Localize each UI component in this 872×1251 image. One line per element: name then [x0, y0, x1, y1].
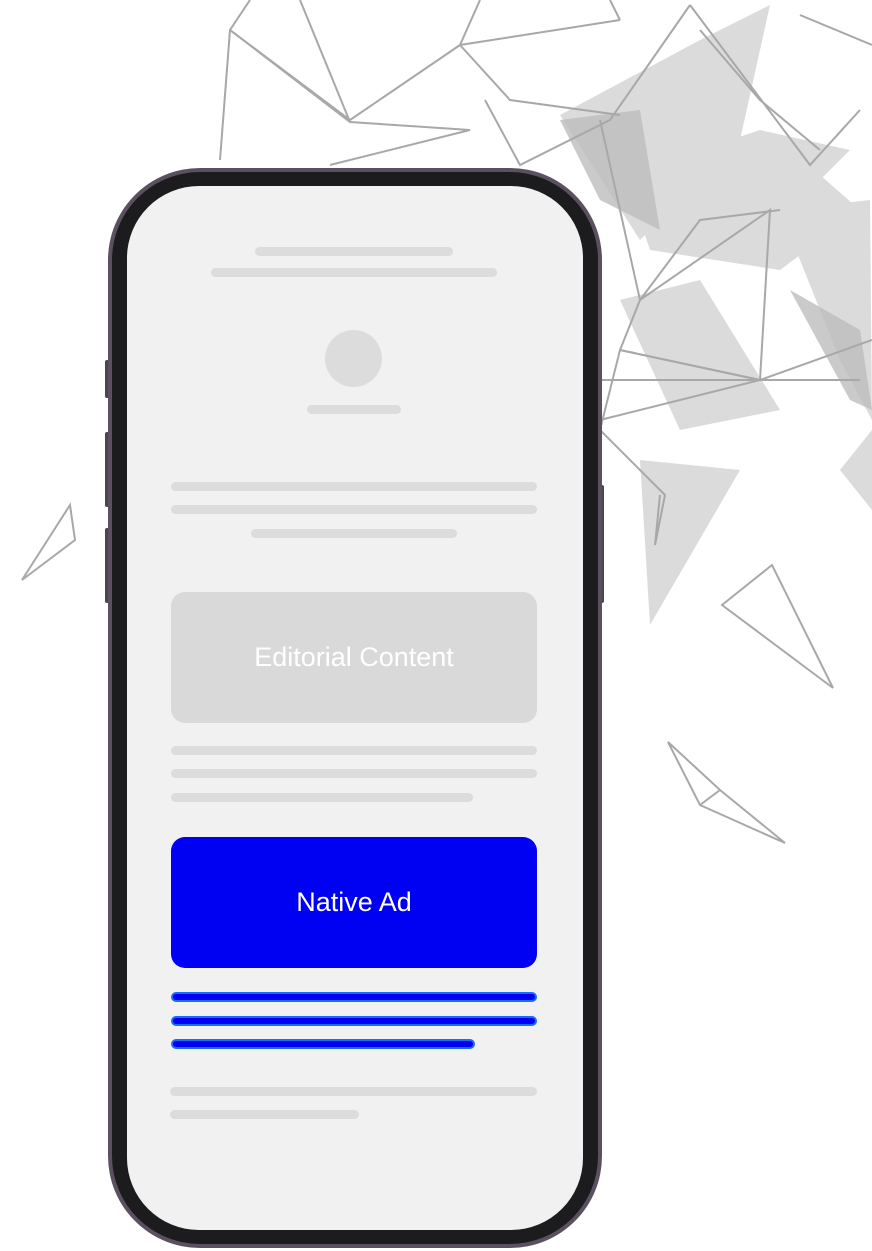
- text-line: [171, 769, 537, 778]
- native-ad-text-line: [171, 992, 537, 1002]
- header-line: [255, 247, 453, 256]
- text-line: [251, 529, 457, 538]
- text-line: [171, 793, 473, 802]
- author-line: [307, 405, 401, 414]
- text-line: [171, 746, 537, 755]
- phone-screen: Editorial Content Native Ad: [127, 186, 583, 1230]
- native-ad-text-line: [171, 1039, 475, 1049]
- editorial-content-block: Editorial Content: [171, 592, 537, 723]
- header-line: [211, 268, 497, 277]
- text-line: [170, 1110, 359, 1119]
- text-line: [170, 1087, 537, 1096]
- illustration: Editorial Content Native Ad: [0, 0, 872, 1251]
- text-line: [171, 505, 537, 514]
- editorial-content-label: Editorial Content: [254, 642, 454, 672]
- text-line: [171, 482, 537, 491]
- native-ad-block[interactable]: Native Ad: [171, 837, 537, 968]
- native-ad-text-line: [171, 1016, 537, 1026]
- avatar: [325, 330, 382, 387]
- native-ad-label: Native Ad: [296, 887, 412, 917]
